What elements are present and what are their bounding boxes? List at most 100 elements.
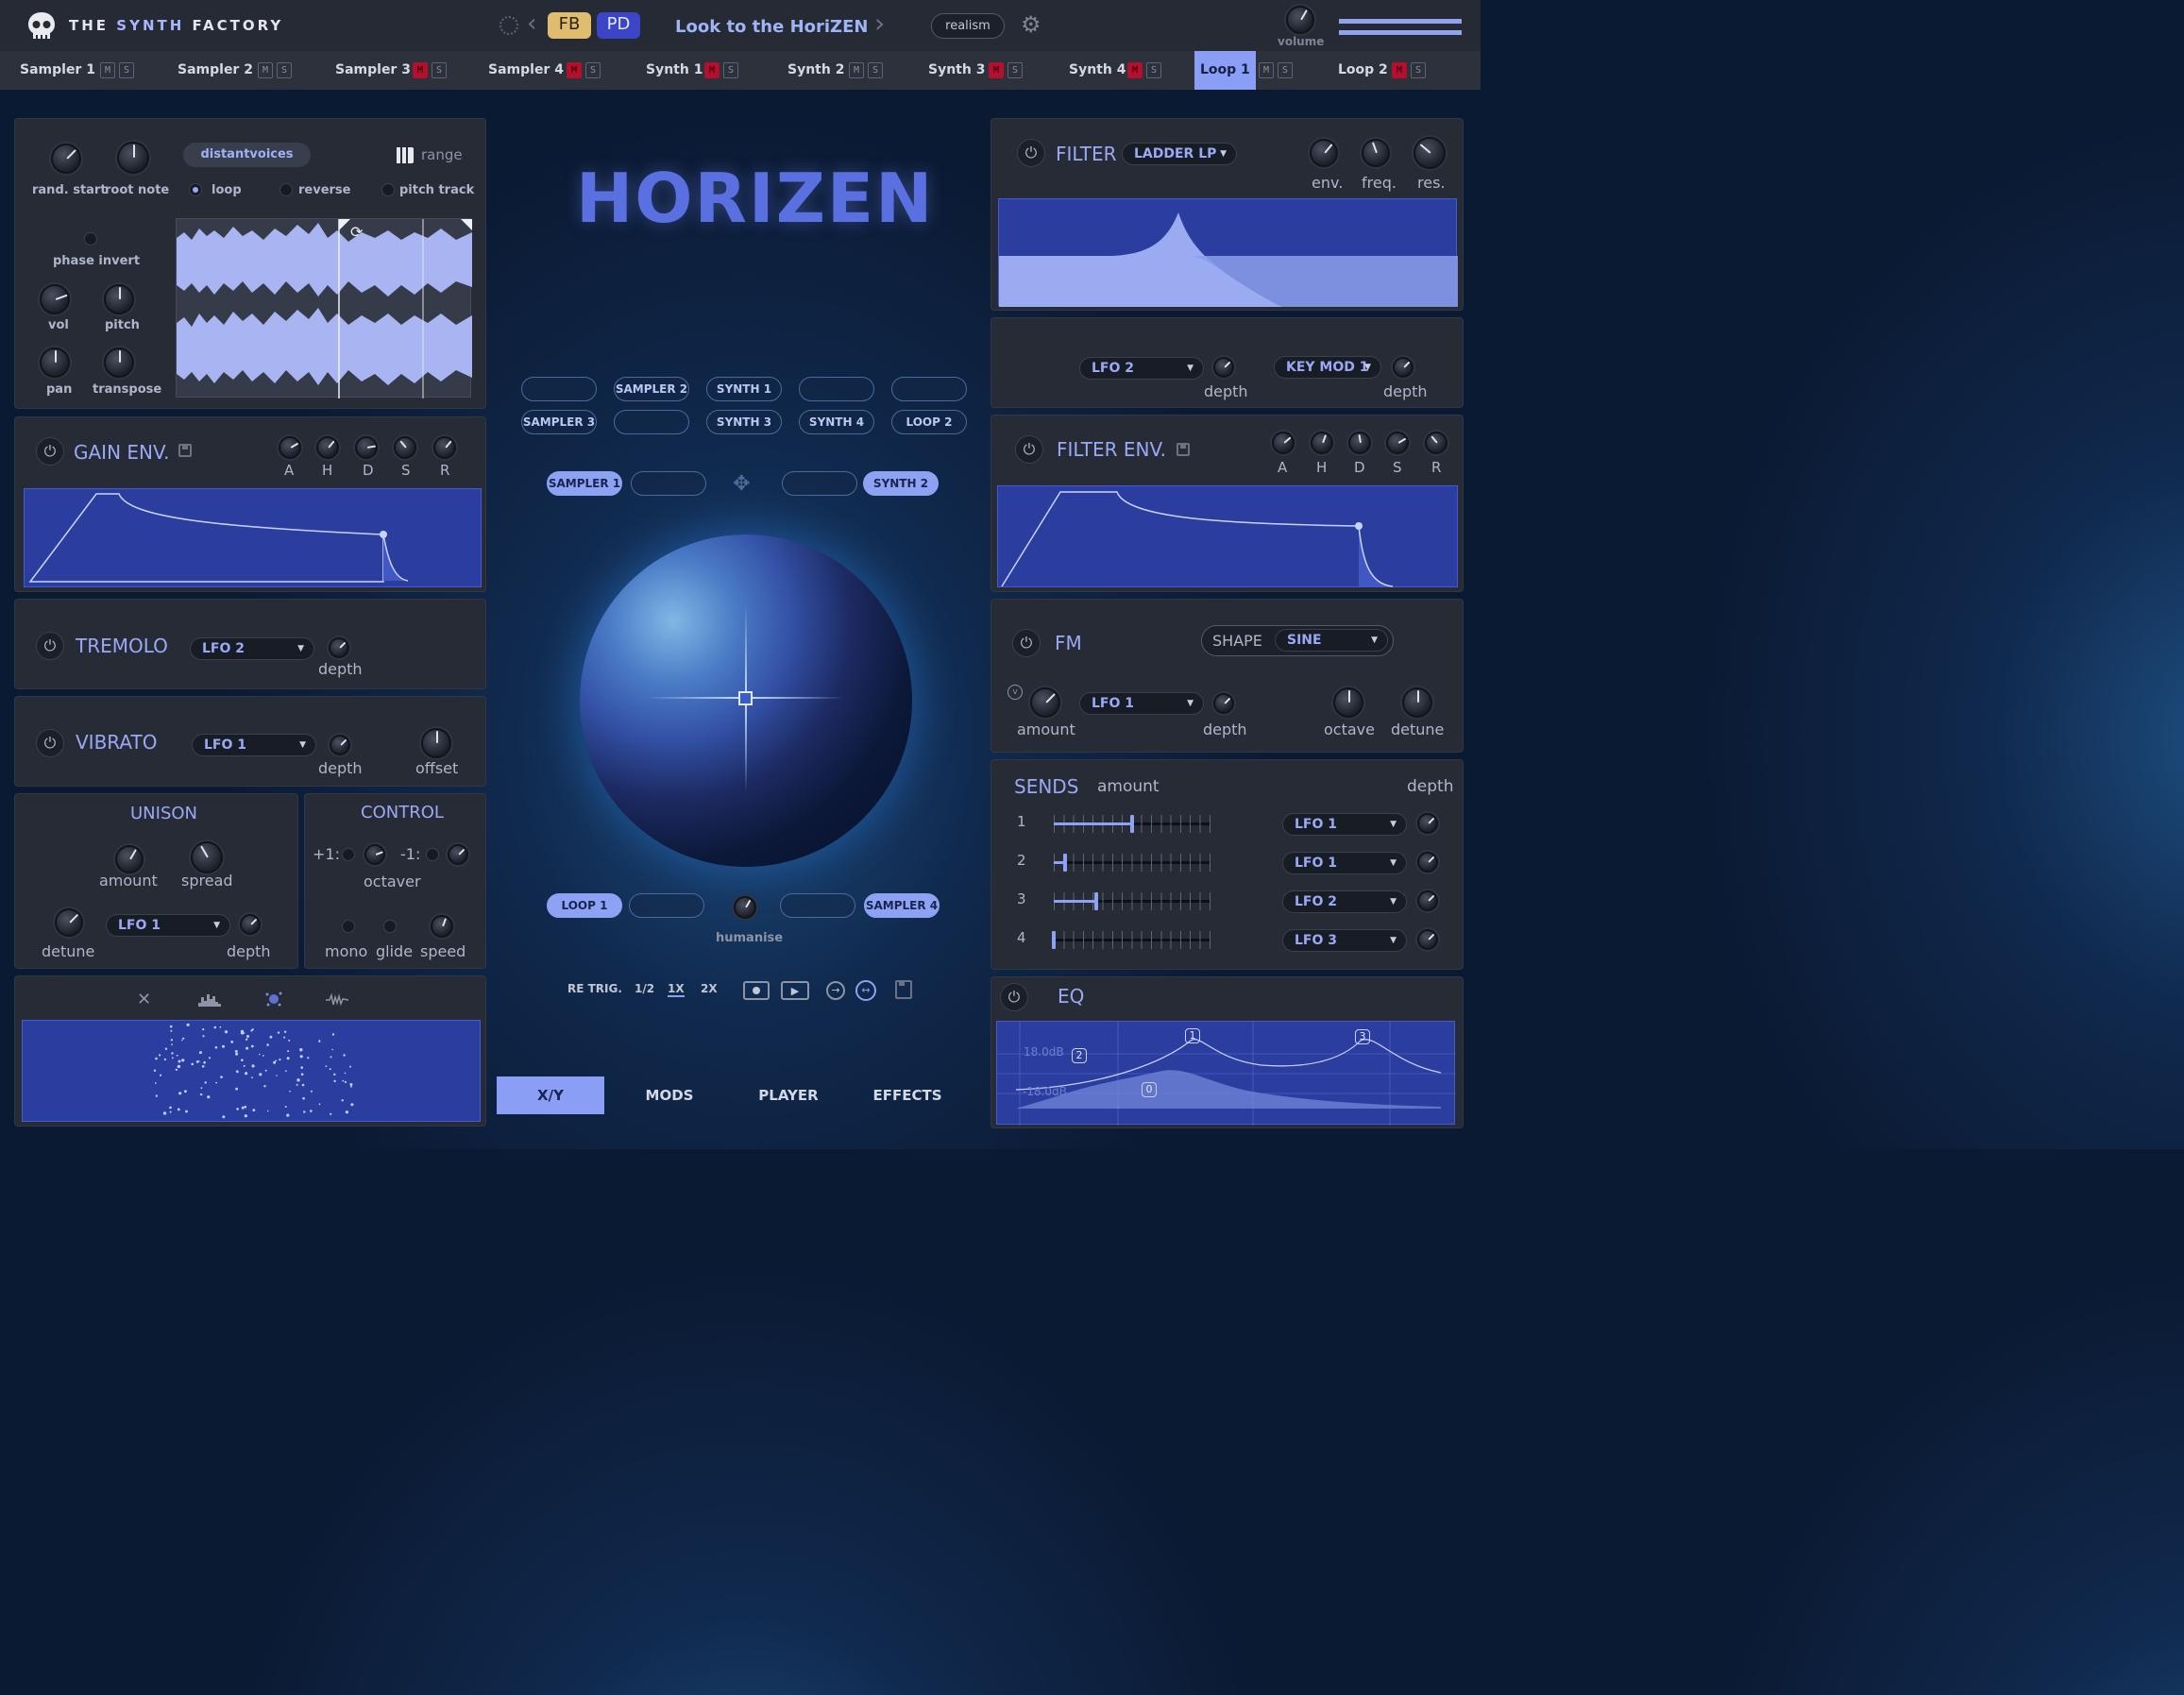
xy-cursor[interactable]: [738, 691, 753, 705]
unison-depth-knob[interactable]: [240, 914, 261, 935]
nav-tab-effects[interactable]: EFFECTS: [854, 1076, 961, 1114]
eq-band-2-handle[interactable]: 2: [1072, 1048, 1087, 1063]
layer-solo-button-4[interactable]: S: [723, 62, 738, 78]
humanise-knob[interactable]: [734, 896, 756, 919]
layer-mute-button-7[interactable]: M: [1127, 62, 1143, 78]
eq-band-0-handle[interactable]: 0: [1142, 1082, 1157, 1097]
destination-pill-pills_row2-4[interactable]: LOOP 2: [891, 410, 967, 434]
layer-solo-button-6[interactable]: S: [1007, 62, 1023, 78]
layer-mute-button-1[interactable]: M: [258, 62, 273, 78]
layer-solo-button-2[interactable]: S: [432, 62, 447, 78]
eq-band-1-handle[interactable]: 1: [1185, 1028, 1200, 1043]
fm-amount-knob[interactable]: [1030, 687, 1060, 718]
mono-radio[interactable]: [342, 920, 355, 933]
layer-mute-button-2[interactable]: M: [413, 62, 428, 78]
fm-expand-icon[interactable]: v: [1007, 685, 1023, 700]
rand-start-knob[interactable]: [51, 144, 81, 174]
filter-mod1-source-dropdown[interactable]: LFO 2 ▼: [1079, 357, 1204, 380]
xy-top-right-pill[interactable]: SYNTH 2: [863, 471, 939, 496]
filter-freq-knob[interactable]: [1362, 139, 1390, 167]
destination-pill-pills_row2-0[interactable]: SAMPLER 3: [521, 410, 597, 434]
gain-hold-knob[interactable]: [316, 436, 339, 459]
filter-response-display[interactable]: [998, 198, 1458, 307]
unison-source-dropdown[interactable]: LFO 1 ▼: [106, 914, 230, 937]
xy-planet-pad[interactable]: [580, 534, 912, 867]
glide-speed-knob[interactable]: [431, 915, 453, 938]
pitch-knob[interactable]: [104, 284, 134, 314]
vibrato-source-dropdown[interactable]: LFO 1 ▼: [192, 734, 316, 756]
particles-icon[interactable]: [264, 990, 283, 1009]
layer-tab-3[interactable]: Sampler 4: [488, 51, 564, 90]
nav-tab-xy[interactable]: X/Y: [497, 1076, 604, 1114]
destination-pill-pills_row1-3[interactable]: [799, 377, 874, 401]
filter-env-power-icon[interactable]: ⏻: [1015, 435, 1043, 464]
fm-power-icon[interactable]: ⏻: [1012, 629, 1041, 657]
filter-type-dropdown[interactable]: LADDER LP ▼: [1122, 143, 1237, 165]
layer-solo-button-3[interactable]: S: [585, 62, 601, 78]
layer-solo-button-5[interactable]: S: [868, 62, 883, 78]
layer-mute-button-8[interactable]: M: [1259, 62, 1274, 78]
filter-release-knob[interactable]: [1425, 432, 1448, 454]
destination-pill-pills_row1-4[interactable]: [891, 377, 967, 401]
transpose-knob[interactable]: [104, 347, 134, 378]
gain-attack-knob[interactable]: [279, 436, 301, 459]
filter-decay-knob[interactable]: [1348, 432, 1371, 454]
xy-bottom-left-empty[interactable]: [629, 893, 704, 918]
rate-1x-button[interactable]: 1X: [668, 982, 685, 997]
pitch-track-radio[interactable]: [381, 183, 395, 196]
layer-solo-button-8[interactable]: S: [1278, 62, 1293, 78]
layer-tab-1[interactable]: Sampler 2: [178, 51, 253, 90]
tremolo-depth-knob[interactable]: [329, 637, 349, 658]
layer-tab-7[interactable]: Synth 4: [1069, 51, 1126, 90]
reverse-radio[interactable]: [279, 183, 293, 196]
pattern-save-icon[interactable]: [895, 980, 912, 999]
filter-sustain-knob[interactable]: [1386, 432, 1409, 454]
filter-res-knob[interactable]: [1414, 137, 1446, 169]
eq-power-icon[interactable]: ⏻: [1000, 983, 1028, 1011]
send-2-source-dropdown[interactable]: LFO 2 ▼: [1282, 890, 1407, 913]
xy-top-left-empty[interactable]: [631, 471, 706, 496]
randomize-dice-icon[interactable]: [499, 16, 518, 35]
filter-hold-knob[interactable]: [1311, 432, 1333, 454]
send-2-depth-knob[interactable]: [1417, 890, 1438, 911]
layer-tab-0[interactable]: Sampler 1: [20, 51, 95, 90]
layer-tab-9[interactable]: Loop 2: [1338, 51, 1388, 90]
filter-env-display[interactable]: [997, 485, 1458, 587]
gain-env-power-icon[interactable]: ⏻: [36, 437, 64, 466]
sample-name[interactable]: distantvoices: [183, 143, 311, 167]
volume-knob[interactable]: [1286, 6, 1314, 34]
octaver-up-knob[interactable]: [364, 844, 385, 865]
visualizer-close-icon[interactable]: ✕: [137, 990, 151, 1009]
unison-spread-knob[interactable]: [191, 841, 223, 873]
destination-pill-pills_row2-2[interactable]: SYNTH 3: [706, 410, 782, 434]
send-2-thumb[interactable]: [1093, 892, 1098, 910]
settings-gear-icon[interactable]: ⚙: [1021, 11, 1041, 38]
layer-mute-button-4[interactable]: M: [704, 62, 720, 78]
layer-solo-button-0[interactable]: S: [119, 62, 134, 78]
filter-mod2-source-dropdown[interactable]: KEY MOD 1 ▼: [1274, 356, 1381, 379]
filter-mod1-depth-knob[interactable]: [1213, 357, 1234, 378]
vibrato-offset-knob[interactable]: [421, 728, 451, 758]
send-3-depth-knob[interactable]: [1417, 929, 1438, 950]
gain-sustain-knob[interactable]: [394, 436, 416, 459]
send-3-thumb[interactable]: [1052, 931, 1056, 949]
send-1-source-dropdown[interactable]: LFO 1 ▼: [1282, 852, 1407, 874]
layer-mute-button-3[interactable]: M: [567, 62, 582, 78]
plus-one-radio[interactable]: [342, 848, 355, 861]
destination-pill-pills_row2-1[interactable]: [614, 410, 689, 434]
layer-tab-6[interactable]: Synth 3: [928, 51, 985, 90]
octaver-down-knob[interactable]: [448, 844, 468, 865]
loop-radio[interactable]: [189, 183, 202, 196]
preset-prev-icon[interactable]: ‹: [527, 9, 536, 38]
layer-mute-button-0[interactable]: M: [100, 62, 115, 78]
layer-solo-button-1[interactable]: S: [277, 62, 292, 78]
chip-fb[interactable]: FB: [548, 12, 591, 39]
vol-knob[interactable]: [40, 284, 70, 314]
play-icon[interactable]: ▶: [781, 981, 809, 1000]
gain-decay-knob[interactable]: [355, 436, 378, 459]
tremolo-power-icon[interactable]: ⏻: [36, 632, 64, 660]
xy-top-left-pill[interactable]: SAMPLER 1: [547, 471, 622, 496]
gain-env-display[interactable]: [24, 488, 482, 587]
layer-solo-button-7[interactable]: S: [1146, 62, 1161, 78]
mode-button[interactable]: realism: [931, 13, 1005, 39]
